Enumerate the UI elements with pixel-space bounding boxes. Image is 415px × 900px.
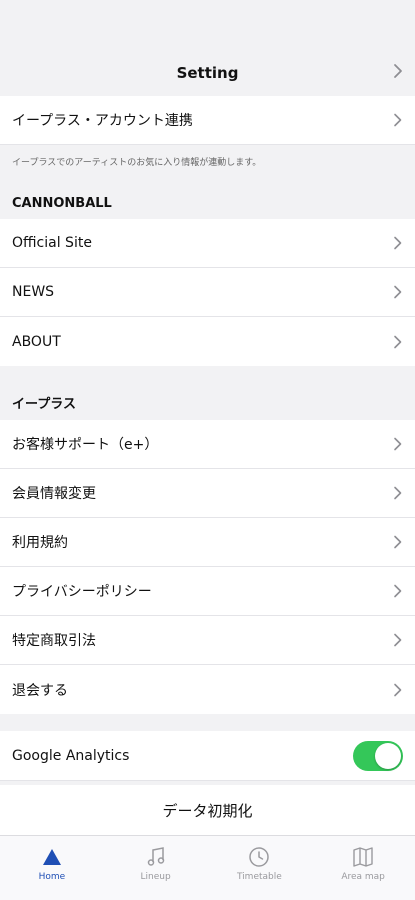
chevron-right-icon [394, 236, 402, 250]
clock-icon [249, 847, 270, 867]
tab-lineup[interactable]: Lineup [104, 836, 208, 900]
chevron-right-icon [394, 437, 402, 451]
nav-bar: Setting [0, 50, 415, 96]
page-title: Setting [176, 64, 239, 82]
row-label: NEWS [12, 284, 55, 300]
row-label: 特定商取引法 [12, 633, 96, 649]
row-label: 会員情報変更 [12, 486, 96, 502]
tab-label: Home [38, 872, 66, 882]
account-link-row[interactable]: イープラス・アカウント連携 [0, 96, 415, 145]
row-withdraw[interactable]: 退会する [0, 665, 415, 714]
row-about[interactable]: ABOUT [0, 317, 415, 366]
row-label: プライバシーポリシー [12, 584, 152, 600]
chevron-right-icon [394, 335, 402, 348]
google-analytics-label: Google Analytics [12, 747, 130, 764]
chevron-right-icon [394, 683, 402, 696]
chevron-right-icon [394, 486, 402, 500]
status-bar [0, 0, 415, 50]
home-icon [42, 849, 61, 865]
tab-label: Area map [341, 872, 385, 882]
row-label: 利用規約 [12, 535, 68, 551]
row-label: Official Site [12, 235, 92, 251]
tab-home[interactable]: Home [0, 836, 104, 900]
row-news[interactable]: NEWS [0, 268, 415, 317]
row-terms[interactable]: 利用規約 [0, 518, 415, 567]
tab-area-map[interactable]: Area map [311, 836, 415, 900]
music-note-icon [147, 847, 164, 866]
section-header-eplus: イープラス [0, 366, 415, 412]
reset-data-button[interactable]: データ初期化 [0, 785, 415, 837]
toggle-knob [375, 742, 401, 769]
row-official-site[interactable]: Official Site [0, 219, 415, 268]
row-label: 退会する [12, 682, 68, 699]
chevron-right-icon [394, 584, 402, 598]
tab-bar: Home Lineup Timetable Area map [0, 835, 415, 900]
chevron-right-icon[interactable] [393, 63, 403, 79]
account-link-label: イープラス・アカウント連携 [12, 113, 193, 129]
section-header-cannonball: CANNONBALL [0, 187, 415, 211]
row-customer-support[interactable]: お客様サポート（e+） [0, 420, 415, 469]
tab-label: Lineup [140, 872, 171, 882]
chevron-right-icon [394, 113, 402, 127]
row-privacy-policy[interactable]: プライバシーポリシー [0, 567, 415, 616]
row-label: ABOUT [12, 333, 61, 350]
account-link-note: イープラスでのアーティストのお気に入り情報が連動します。 [0, 145, 415, 187]
chevron-right-icon [394, 535, 402, 549]
tab-timetable[interactable]: Timetable [208, 836, 312, 900]
chevron-right-icon [394, 285, 402, 299]
map-icon [353, 847, 373, 867]
row-label: お客様サポート（e+） [12, 437, 159, 453]
chevron-right-icon [394, 633, 402, 647]
google-analytics-toggle[interactable] [353, 740, 403, 771]
tab-label: Timetable [236, 872, 282, 882]
row-commercial-law[interactable]: 特定商取引法 [0, 616, 415, 665]
row-google-analytics: Google Analytics [0, 731, 415, 781]
row-member-info[interactable]: 会員情報変更 [0, 469, 415, 518]
